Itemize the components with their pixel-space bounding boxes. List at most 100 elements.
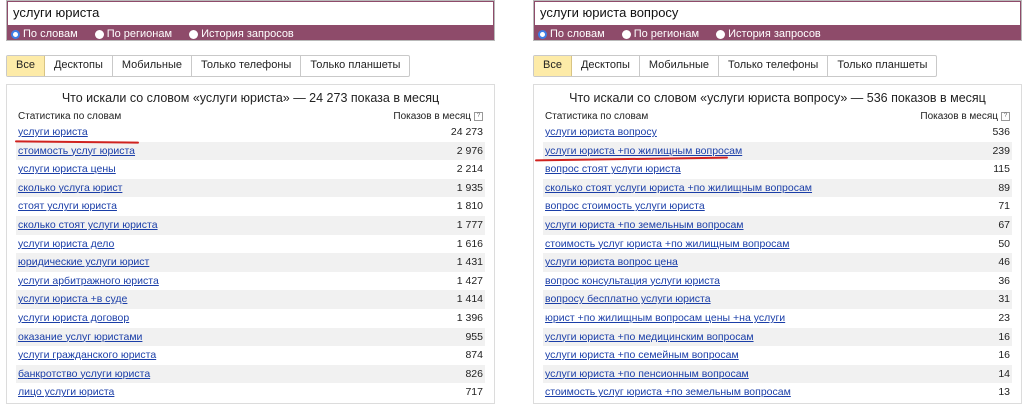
radio-by-words[interactable]: По словам: [538, 28, 605, 40]
impressions-count: 239: [992, 144, 1010, 157]
phrase-link[interactable]: услуги юриста договор: [18, 309, 129, 328]
radio-history[interactable]: История запросов: [189, 28, 294, 40]
impressions-count: 14: [998, 367, 1010, 380]
table-row: вопрос консультация услуги юриста 36: [543, 272, 1012, 291]
phrase-link[interactable]: вопрос консультация услуги юриста: [545, 272, 720, 291]
radio-by-regions[interactable]: По регионам: [621, 28, 700, 40]
help-icon[interactable]: ?: [474, 112, 483, 121]
phrase-link[interactable]: сколько услуга юрист: [18, 179, 122, 198]
tab-all[interactable]: Все: [7, 56, 45, 76]
table-row: оказание услуг юристами 955: [16, 327, 485, 347]
tab-tablets-only[interactable]: Только планшеты: [301, 56, 409, 76]
table-row: услуги юриста дело 1 616: [16, 235, 485, 254]
impressions-count: 23: [998, 311, 1010, 324]
phrase-link[interactable]: услуги юриста вопрос цена: [545, 253, 678, 272]
table-row: юридические услуги юрист 1 431: [16, 253, 485, 272]
column-header-label: Показов в месяц: [393, 111, 471, 122]
table-row: стоят услуги юриста 1 810: [16, 197, 485, 216]
search-input[interactable]: услуги юриста вопросу: [535, 2, 1020, 25]
impressions-count: 67: [998, 218, 1010, 231]
phrase-link[interactable]: услуги арбитражного юриста: [18, 272, 159, 291]
tab-mobile[interactable]: Мобильные: [640, 56, 719, 76]
tab-all[interactable]: Все: [534, 56, 572, 76]
radio-by-words[interactable]: По словам: [11, 28, 78, 40]
phrase-link[interactable]: юрист +по жилищным вопросам цены +на усл…: [545, 309, 785, 328]
table-row: вопрос стоимость услуги юриста 71: [543, 197, 1012, 216]
help-icon[interactable]: ?: [1001, 112, 1010, 121]
radio-label: История запросов: [201, 28, 294, 40]
phrase-link[interactable]: услуги гражданского юриста: [18, 346, 156, 365]
impressions-count: 955: [465, 330, 483, 343]
phrase-link[interactable]: стоимость услуг юриста +по земельным воп…: [545, 383, 791, 402]
radio-label: По регионам: [633, 28, 700, 40]
phrase-link[interactable]: юридические услуги юрист: [18, 253, 149, 272]
phrase-link[interactable]: стоимость услуг юриста +по жилищным вопр…: [545, 235, 789, 254]
phrase-link[interactable]: услуги юриста +по пенсионным вопросам: [545, 365, 749, 384]
search-header-bar: услуги юриста вопросу По словам По регио…: [533, 0, 1022, 41]
radio-label: По словам: [23, 28, 78, 40]
radio-checked-icon: [538, 29, 547, 39]
phrase-link[interactable]: вопросу бесплатно услуги юриста: [545, 290, 711, 309]
radio-label: История запросов: [728, 28, 821, 40]
stats-table: Что искали со словом «услуги юриста вопр…: [533, 84, 1022, 404]
impressions-count: 16: [998, 349, 1010, 362]
phrase-link[interactable]: услуги юриста +по семейным вопросам: [545, 346, 739, 365]
phrase-link[interactable]: вопрос стоят услуги юриста: [545, 160, 681, 179]
phrase-link[interactable]: услуги юриста: [18, 123, 88, 142]
phrase-link[interactable]: вопрос стоимость услуги юриста: [545, 197, 705, 216]
table-row: услуги юриста +по пенсионным вопросам 14: [543, 364, 1012, 384]
table-row: стоимость услуг юриста +по жилищным вопр…: [543, 235, 1012, 254]
phrase-link[interactable]: сколько стоят услуги юриста: [18, 216, 158, 235]
table-row: вопросу бесплатно услуги юриста 31: [543, 290, 1012, 309]
impressions-count: 1 810: [456, 200, 483, 213]
table-row: сколько стоят услуги юриста 1 777: [16, 215, 485, 235]
tab-desktops[interactable]: Десктопы: [572, 56, 640, 76]
phrase-link[interactable]: оказание услуг юристами: [18, 328, 142, 347]
phrase-link[interactable]: услуги юриста вопросу: [545, 123, 657, 142]
table-row: вопрос стоят услуги юриста 115: [543, 160, 1012, 179]
tab-tablets-only[interactable]: Только планшеты: [828, 56, 936, 76]
phrase-link[interactable]: стоят услуги юриста: [18, 197, 117, 216]
impressions-count: 826: [465, 367, 483, 380]
impressions-count: 536: [992, 126, 1010, 138]
table-row: услуги юриста +по семейным вопросам 16: [543, 346, 1012, 365]
radio-by-regions[interactable]: По регионам: [94, 28, 173, 40]
phrase-link[interactable]: сколько стоят услуги юриста +по жилищным…: [545, 179, 812, 198]
mode-radio-group: По словам По регионам История запросов: [11, 28, 308, 41]
impressions-count: 874: [465, 349, 483, 362]
phrase-link[interactable]: банкротство услуги юриста: [18, 365, 150, 384]
radio-label: По словам: [550, 28, 605, 40]
radio-history[interactable]: История запросов: [716, 28, 821, 40]
search-input[interactable]: услуги юриста: [8, 2, 493, 25]
radio-checked-icon: [11, 29, 20, 39]
impressions-count: 1 427: [456, 274, 483, 287]
table-row: услуги юриста +в суде 1 414: [16, 290, 485, 309]
impressions-count: 2 214: [456, 163, 483, 176]
phrase-link[interactable]: лицо услуги юриста: [18, 383, 114, 402]
impressions-count: 50: [998, 237, 1010, 250]
phrase-link[interactable]: стоимость услуг юриста: [18, 142, 135, 161]
tab-phones-only[interactable]: Только телефоны: [719, 56, 829, 76]
impressions-count: 89: [998, 181, 1010, 194]
table-row: услуги арбитражного юриста 1 427: [16, 272, 485, 291]
impressions-count: 2 976: [456, 144, 483, 157]
tab-phones-only[interactable]: Только телефоны: [192, 56, 302, 76]
column-header-impressions: Показов в месяц?: [393, 111, 483, 122]
phrase-link[interactable]: услуги юриста +по медицинским вопросам: [545, 328, 754, 347]
phrase-link[interactable]: услуги юриста дело: [18, 235, 114, 254]
radio-label: По регионам: [106, 28, 173, 40]
phrase-link[interactable]: услуги юриста +в суде: [18, 290, 127, 309]
phrase-link[interactable]: услуги юриста +по земельным вопросам: [545, 216, 744, 235]
tab-desktops[interactable]: Десктопы: [45, 56, 113, 76]
tab-mobile[interactable]: Мобильные: [113, 56, 192, 76]
phrase-link[interactable]: услуги юриста цены: [18, 160, 116, 179]
table-row: юрист +по жилищным вопросам цены +на усл…: [543, 309, 1012, 328]
impressions-count: 1 616: [456, 237, 483, 250]
impressions-count: 16: [998, 330, 1010, 343]
column-header-words: Статистика по словам: [18, 111, 122, 122]
impressions-count: 1 777: [456, 218, 483, 231]
column-header-words: Статистика по словам: [545, 111, 649, 122]
table-row: сколько услуга юрист 1 935: [16, 178, 485, 198]
impressions-count: 717: [465, 386, 483, 399]
radio-unchecked-icon: [94, 29, 104, 39]
